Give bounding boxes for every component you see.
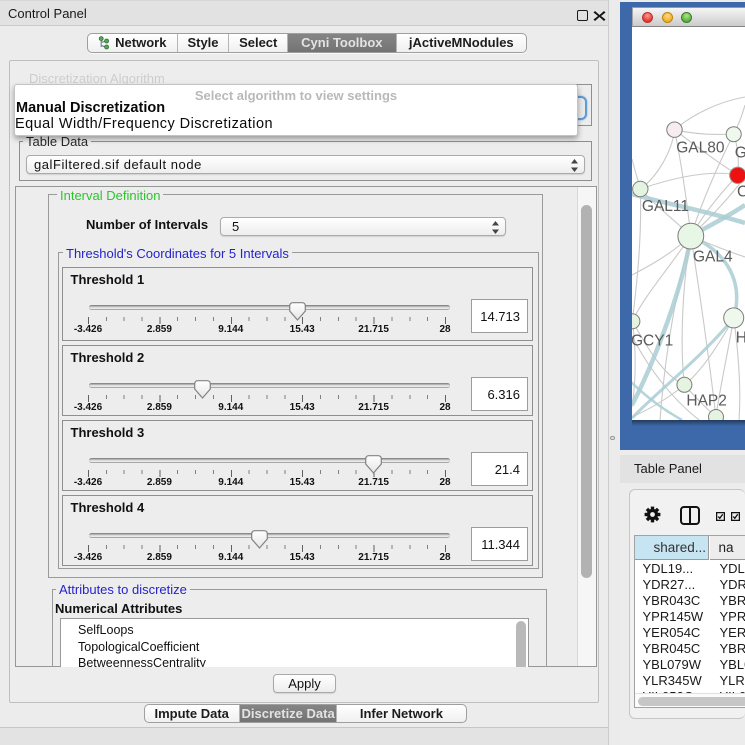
svg-text:GAL4: GAL4	[693, 249, 733, 266]
svg-text:HAP2: HAP2	[686, 392, 727, 409]
svg-text:GAL80: GAL80	[676, 139, 725, 156]
svg-text:HA: HA	[736, 330, 745, 347]
svg-text:GA: GA	[735, 144, 745, 161]
svg-text:GAL11: GAL11	[642, 198, 689, 215]
svg-text:CD: CD	[737, 184, 745, 201]
svg-text:GCY1: GCY1	[632, 333, 673, 350]
